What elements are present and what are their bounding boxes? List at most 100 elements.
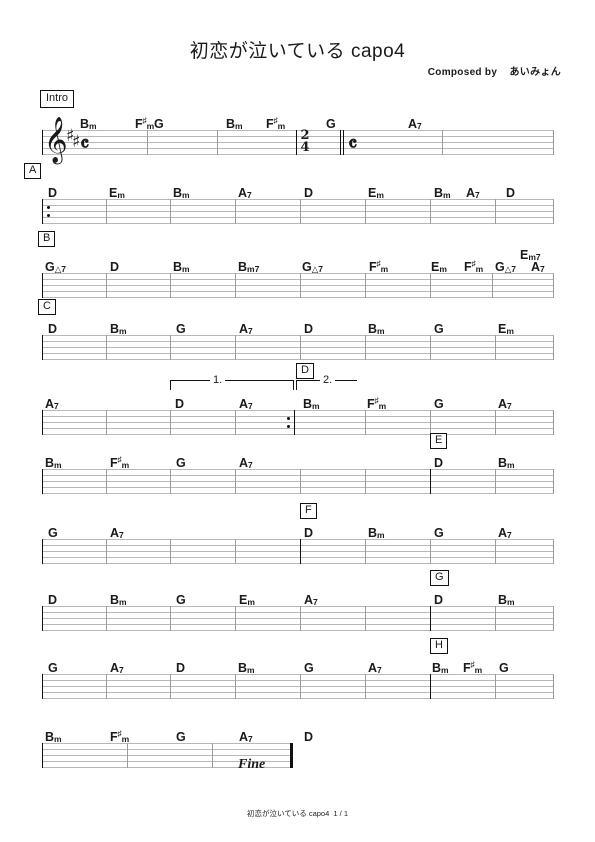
chord-symbol: D [175,396,185,411]
chord-symbol: G△7 [45,259,67,274]
chord-symbol: A7 [304,592,318,607]
section-f-system: F G A7 D Bm G A7 [42,503,554,565]
chord-symbol: Bm [434,185,451,200]
rehearsal-mark-d[interactable]: D [296,363,314,379]
page-footer: 初恋が泣いている capo4 1 / 1 [246,809,349,818]
chord-symbol: Em [498,321,514,336]
chord-symbol: A7 [408,116,422,131]
chord-symbol: G [176,729,186,744]
section-h-system: H G A7 D Bm G A7 Bm F♯m G [42,638,554,700]
section-g-system: G D Bm G Em A7 D Bm [42,570,554,632]
section-c-system: C D Bm G A7 D Bm G Em [38,299,554,361]
chord-symbol: A7 [239,396,253,411]
chord-symbol: D [48,185,58,200]
chord-symbol: A7 [45,396,59,411]
staff [42,539,554,565]
chord-symbol: D [304,321,314,336]
chord-symbol: Em [431,259,447,274]
section-a-chord-row: D Em Bm A7 D Em Bm A7 D [42,181,554,199]
section-c-chord-row: D Bm G A7 D Bm G Em [42,317,554,335]
staff [42,199,554,225]
staff [42,743,554,769]
chord-symbol: A7 [368,660,382,675]
chord-symbol: Bm [173,259,190,274]
chord-symbol: Bm [45,729,62,744]
composer-credit: Composed by あいみょん [427,67,561,78]
chord-symbol: A7 [239,455,253,470]
chord-symbol: A7 [239,321,253,336]
section-a-system: A D Em Bm A7 D Em Bm A7 D [24,163,554,225]
chord-symbol: G [176,455,186,470]
chord-symbol: D [48,321,58,336]
rehearsal-mark-h[interactable]: H [430,638,448,654]
chord-symbol: G [48,660,58,675]
chord-symbol: D [110,259,120,274]
chord-symbol: F♯m [110,728,130,744]
rehearsal-mark-b[interactable]: B [38,231,56,247]
chord-symbol: Bm [173,185,190,200]
chord-symbol: D [176,660,186,675]
chord-symbol: F♯m [463,659,483,675]
volta-chord-row: A7 D A7 Bm F♯m G A7 [42,392,554,410]
staff [42,273,554,299]
intro-chord-row: Bm F♯m G Bm F♯m G A7 [42,112,554,130]
chord-symbol: G [176,321,186,336]
repeat-end-dots [287,417,291,429]
staff [42,469,554,495]
rehearsal-mark-e[interactable]: E [430,433,448,449]
section-b-system: B G△7 D Bm Bm7 G△7 F♯m Em F♯m G△7 Em7 A7 [38,231,554,299]
chord-symbol: D [48,592,58,607]
section-h-chord-row: G A7 D Bm G A7 Bm F♯m G [42,656,554,674]
chord-symbol: Bm [238,660,255,675]
final-barline [290,743,293,768]
chord-symbol: Bm [368,525,385,540]
chord-symbol: Em [109,185,125,200]
chord-symbol: F♯m [266,115,286,131]
chord-symbol: F♯m [135,115,155,131]
chord-symbol: G△7 [495,259,517,274]
chord-symbol: Bm [498,592,515,607]
staff [42,335,554,361]
volta-system: 1. 2. D A7 D A7 Bm F♯m G A7 [42,363,554,436]
chord-symbol: F♯m [367,395,387,411]
final-system: Bm F♯m G A7 D Fine [42,725,554,772]
chord-symbol: Bm [432,660,449,675]
chord-symbol: Bm [303,396,320,411]
chord-symbol: Em [239,592,255,607]
section-e-chord-row: Bm F♯m G A7 D Bm [42,451,554,469]
chord-symbol: Bm [110,592,127,607]
chord-symbol: D [304,185,314,200]
chord-symbol: Bm7 [238,259,260,274]
chord-symbol: D [434,455,444,470]
chord-symbol: A7 [238,185,252,200]
chord-symbol: G [154,116,164,131]
time-signature-denominator: 4 [300,140,310,155]
rehearsal-mark-a[interactable]: A [24,163,42,179]
sheet-music-page: 初恋が泣いている capo4 Composed by あいみょん Intro B… [0,0,595,842]
chord-symbol: A7 [110,660,124,675]
time-signature-common: 𝄴 [348,131,358,156]
rehearsal-mark-f[interactable]: F [300,503,317,519]
chord-symbol: Bm [110,321,127,336]
chord-symbol: G [434,321,444,336]
rehearsal-mark-c[interactable]: C [38,299,56,315]
chord-symbol: F♯m [464,258,484,274]
intro-system: Intro Bm F♯m G Bm F♯m G A7 𝄞 ♯ ♯ 𝄴 2 4 𝄴 [40,90,554,160]
chord-symbol: Bm [45,455,62,470]
staff [42,674,554,700]
chord-symbol: A7 [239,729,253,744]
rehearsal-mark-intro[interactable]: Intro [40,90,75,108]
fine-label: Fine [238,757,266,772]
treble-clef-icon: 𝄞 [44,117,68,163]
chord-symbol: A7 [466,185,480,200]
chord-symbol: F♯m [369,258,389,274]
chord-symbol: G [304,660,314,675]
chord-symbol: Bm [498,455,515,470]
chord-symbol: G [434,525,444,540]
chord-symbol: G [48,525,58,540]
rehearsal-mark-g[interactable]: G [430,570,449,586]
chord-symbol: A7 [498,525,512,540]
volta-bracket-1 [170,380,294,390]
chord-symbol: D [304,729,314,744]
chord-symbol: Em [368,185,384,200]
